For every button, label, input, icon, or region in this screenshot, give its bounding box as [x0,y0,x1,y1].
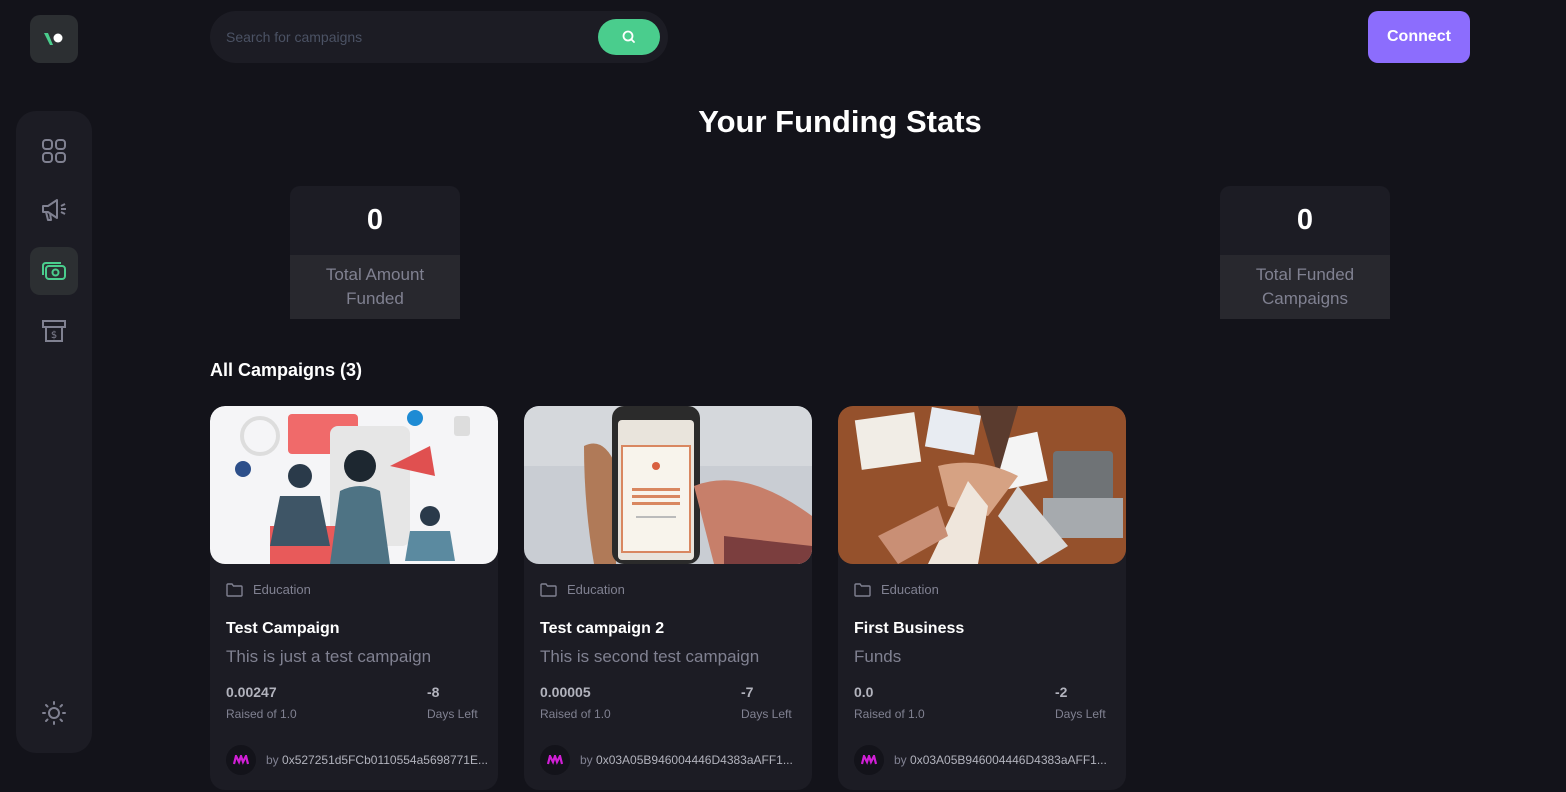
folder-icon [226,582,243,597]
campaign-card[interactable]: Education Test Campaign This is just a t… [210,406,498,790]
raised-label: Raised of 1.0 [854,707,925,721]
days-left-value: -7 [741,684,754,700]
category-label: Education [881,582,939,597]
raised-label: Raised of 1.0 [540,707,611,721]
campaign-card[interactable]: Education First Business Funds 0.0 Raise… [838,406,1126,790]
campaigns-section-title: All Campaigns (3) [210,360,363,380]
folder-icon [540,582,557,597]
campaign-title: Test campaign 2 [540,620,665,637]
campaign-category: Education [226,582,311,597]
avatar [226,745,256,775]
sidebar-item-dashboard[interactable] [30,127,78,175]
avatar-icon [861,755,877,765]
campaign-description: This is second test campaign [540,647,760,666]
campaign-category: Education [540,582,625,597]
stat-value: 0 [1296,204,1314,236]
sidebar-item-payment[interactable] [30,247,78,295]
raised-amount: 0.00247 [226,684,277,700]
search-bar [210,11,668,63]
campaign-owner: by 0x03A05B946004446D4383aAFF1... [540,745,793,775]
campaign-title: Test Campaign [226,620,340,637]
stat-total-amount-funded: 0 Total Amount Funded [290,186,460,319]
sidebar-item-campaign[interactable] [30,186,78,234]
by-prefix: by [266,753,279,767]
dashboard-icon [42,139,66,163]
payment-icon [42,262,66,280]
campaign-icon [42,199,66,221]
campaign-raised: 0.0 Raised of 1.0 [854,684,925,721]
days-left-label: Days Left [741,707,792,721]
owner-address: 0x03A05B946004446D4383aAFF1... [910,753,1107,767]
stat-value: 0 [366,204,384,236]
svg-text:$: $ [51,330,57,341]
campaign-image [838,406,1126,564]
withdraw-icon: $ [42,320,66,342]
days-left-label: Days Left [1055,707,1106,721]
campaign-raised: 0.00005 Raised of 1.0 [540,684,611,721]
search-input[interactable] [226,11,596,63]
stat-label: Total Funded Campaigns [1220,255,1390,319]
sidebar: $ [16,111,92,753]
campaign-days-left: -2 Days Left [1055,684,1106,721]
sun-icon [42,701,66,725]
raised-amount: 0.00005 [540,684,591,700]
by-prefix: by [894,753,907,767]
theme-toggle[interactable] [30,689,78,737]
days-left-value: -2 [1055,684,1068,700]
owner-address: 0x03A05B946004446D4383aAFF1... [596,753,793,767]
sidebar-item-withdraw[interactable]: $ [30,307,78,355]
campaign-days-left: -7 Days Left [741,684,792,721]
campaign-raised: 0.00247 Raised of 1.0 [226,684,297,721]
folder-icon [854,582,871,597]
days-left-label: Days Left [427,707,478,721]
search-icon [622,30,635,43]
category-label: Education [253,582,311,597]
campaign-owner: by 0x03A05B946004446D4383aAFF1... [854,745,1107,775]
raised-amount: 0.0 [854,684,874,700]
campaign-description: This is just a test campaign [226,647,432,666]
avatar-icon [233,755,249,765]
connect-button[interactable]: Connect [1368,11,1470,63]
campaign-category: Education [854,582,939,597]
by-prefix: by [580,753,593,767]
logo[interactable] [30,15,78,63]
campaign-card[interactable]: Education Test campaign 2 This is second… [524,406,812,790]
logo-icon [44,33,63,45]
stat-label: Total Amount Funded [290,255,460,319]
avatar-icon [547,755,563,765]
stat-total-funded-campaigns: 0 Total Funded Campaigns [1220,186,1390,319]
category-label: Education [567,582,625,597]
campaign-title: First Business [854,620,965,637]
raised-label: Raised of 1.0 [226,707,297,721]
campaign-description: Funds [854,647,902,666]
owner-address: 0x527251d5FCb0110554a5698771E... [282,753,488,767]
campaign-days-left: -8 Days Left [427,684,478,721]
campaign-image [524,406,812,564]
campaign-owner: by 0x527251d5FCb0110554a5698771E... [226,745,488,775]
avatar [540,745,570,775]
avatar [854,745,884,775]
search-button[interactable] [598,19,660,55]
page-title: Your Funding Stats [698,104,982,139]
campaign-image [210,406,498,564]
days-left-value: -8 [427,684,440,700]
